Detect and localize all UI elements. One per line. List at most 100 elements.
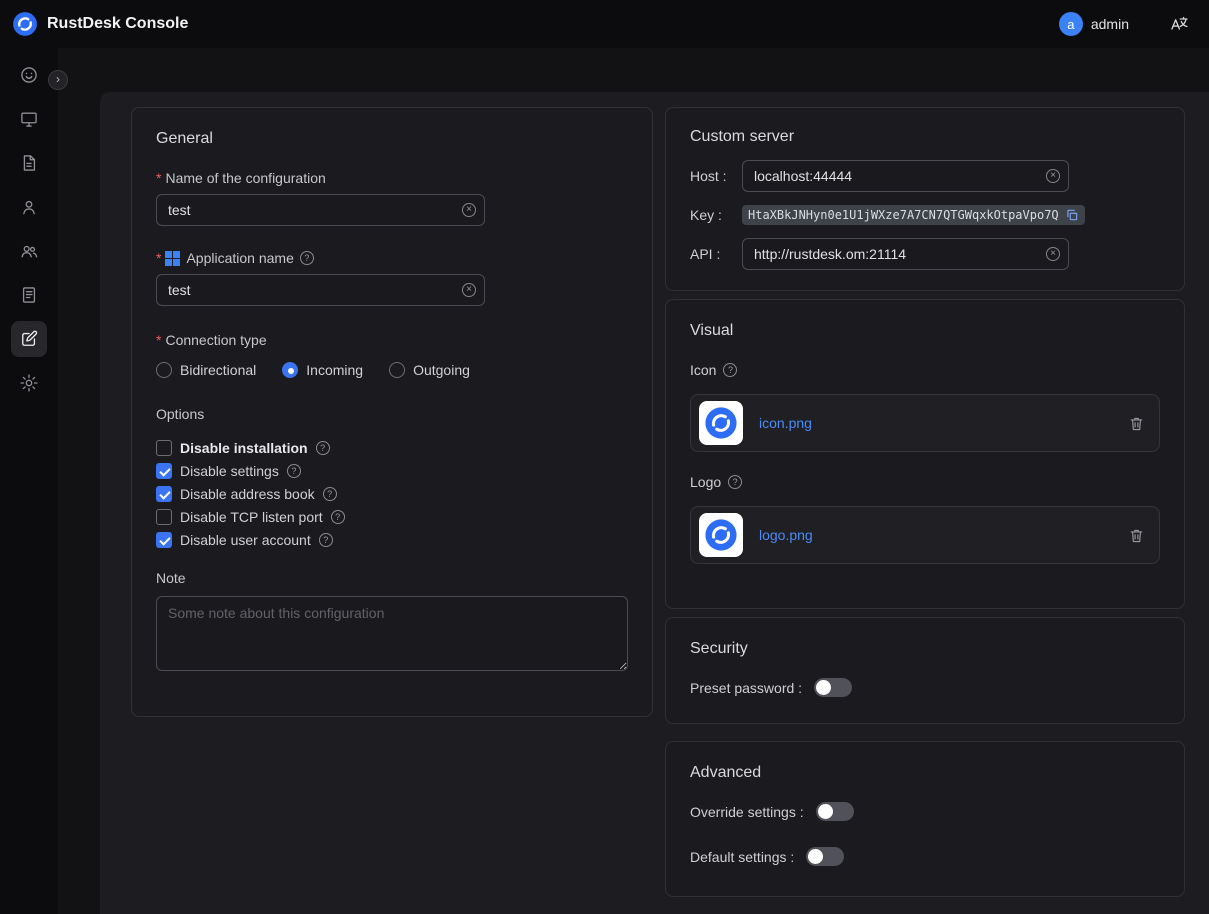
check-label: Disable settings bbox=[180, 463, 279, 479]
default-settings-label: Default settings : bbox=[690, 849, 794, 865]
advanced-title: Advanced bbox=[690, 764, 1160, 782]
custom-server-card: Custom server Host : Key : HtaXBkJNHyn0e… bbox=[665, 107, 1185, 291]
clear-icon[interactable] bbox=[1046, 247, 1060, 261]
default-settings-toggle[interactable] bbox=[806, 847, 844, 866]
language-switch-icon[interactable] bbox=[1169, 14, 1189, 34]
radio-bidirectional[interactable]: Bidirectional bbox=[156, 362, 256, 378]
check-label: Disable address book bbox=[180, 486, 315, 502]
required-asterisk bbox=[156, 170, 161, 186]
help-icon[interactable] bbox=[723, 363, 737, 377]
icon-file-box: icon.png bbox=[690, 394, 1160, 452]
connection-type-radio-group: Bidirectional Incoming Outgoing bbox=[156, 362, 628, 378]
preset-password-row: Preset password : bbox=[690, 678, 1160, 697]
sidebar-item-settings[interactable] bbox=[11, 365, 47, 401]
checkbox[interactable] bbox=[156, 532, 172, 548]
sidebar-collapse-button[interactable] bbox=[48, 70, 68, 90]
check-label: Disable TCP listen port bbox=[180, 509, 323, 525]
visual-title: Visual bbox=[690, 322, 1160, 340]
radio-label: Bidirectional bbox=[180, 362, 256, 378]
smiley-status-icon bbox=[19, 65, 39, 85]
general-card: General Name of the configuration Applic… bbox=[131, 107, 653, 717]
radio-label: Incoming bbox=[306, 362, 363, 378]
host-row: Host : bbox=[690, 160, 1160, 192]
check-disable-user-account[interactable]: Disable user account bbox=[156, 532, 628, 548]
checkbox[interactable] bbox=[156, 440, 172, 456]
devices-icon bbox=[19, 109, 39, 129]
help-icon[interactable] bbox=[331, 510, 345, 524]
trash-icon[interactable] bbox=[1128, 527, 1145, 544]
main-panel: General Name of the configuration Applic… bbox=[100, 92, 1209, 914]
help-icon[interactable] bbox=[728, 475, 742, 489]
sidebar-item-devices[interactable] bbox=[11, 101, 47, 137]
logo-label-row: Logo bbox=[690, 474, 1160, 490]
default-settings-row: Default settings : bbox=[690, 847, 1160, 866]
windows-icon bbox=[165, 251, 180, 266]
help-icon[interactable] bbox=[319, 533, 333, 547]
check-disable-address-book[interactable]: Disable address book bbox=[156, 486, 628, 502]
checkbox[interactable] bbox=[156, 463, 172, 479]
clear-icon[interactable] bbox=[1046, 169, 1060, 183]
edit-config-icon bbox=[19, 329, 39, 349]
app-name-label-row: Application name bbox=[156, 250, 628, 266]
checkbox[interactable] bbox=[156, 509, 172, 525]
radio-incoming[interactable]: Incoming bbox=[282, 362, 363, 378]
preset-password-toggle[interactable] bbox=[814, 678, 852, 697]
security-card: Security Preset password : bbox=[665, 617, 1185, 724]
key-value: HtaXBkJNHyn0e1U1jWXze7A7CN7QTGWqxkOtpaVp… bbox=[748, 208, 1059, 222]
document-icon bbox=[19, 153, 39, 173]
logo-file-box: logo.png bbox=[690, 506, 1160, 564]
host-label: Host : bbox=[690, 168, 742, 184]
key-row: Key : HtaXBkJNHyn0e1U1jWXze7A7CN7QTGWqxk… bbox=[690, 200, 1160, 230]
app-name-input[interactable] bbox=[156, 274, 485, 306]
api-label: API : bbox=[690, 246, 742, 262]
rustdesk-logo-icon bbox=[12, 11, 38, 37]
config-name-input[interactable] bbox=[156, 194, 485, 226]
clear-icon[interactable] bbox=[462, 203, 476, 217]
check-disable-settings[interactable]: Disable settings bbox=[156, 463, 628, 479]
sidebar-item-audit-log[interactable] bbox=[11, 277, 47, 313]
security-title: Security bbox=[690, 640, 1160, 658]
sidebar-item-configurations[interactable] bbox=[11, 321, 47, 357]
radio-button[interactable] bbox=[156, 362, 172, 378]
check-disable-installation[interactable]: Disable installation bbox=[156, 440, 628, 456]
general-title: General bbox=[156, 130, 628, 148]
radio-button[interactable] bbox=[389, 362, 405, 378]
connection-type-label-row: Connection type bbox=[156, 332, 628, 348]
key-label: Key : bbox=[690, 207, 742, 223]
help-icon[interactable] bbox=[316, 441, 330, 455]
help-icon[interactable] bbox=[323, 487, 337, 501]
help-icon[interactable] bbox=[287, 464, 301, 478]
icon-preview bbox=[699, 401, 743, 445]
sidebar-item-status[interactable] bbox=[11, 57, 47, 93]
app-name-label: Application name bbox=[186, 250, 293, 266]
api-input[interactable] bbox=[742, 238, 1069, 270]
api-row: API : bbox=[690, 238, 1160, 270]
override-settings-toggle[interactable] bbox=[816, 802, 854, 821]
radio-button[interactable] bbox=[282, 362, 298, 378]
copy-icon[interactable] bbox=[1065, 208, 1079, 222]
checkbox[interactable] bbox=[156, 486, 172, 502]
brand: RustDesk Console bbox=[12, 11, 188, 37]
trash-icon[interactable] bbox=[1128, 415, 1145, 432]
sidebar-item-users[interactable] bbox=[11, 189, 47, 225]
user-avatar[interactable]: a bbox=[1059, 12, 1083, 36]
settings-gear-icon bbox=[19, 373, 39, 393]
sidebar-item-groups[interactable] bbox=[11, 233, 47, 269]
check-disable-tcp-listen-port[interactable]: Disable TCP listen port bbox=[156, 509, 628, 525]
icon-file-link[interactable]: icon.png bbox=[759, 415, 812, 431]
logo-preview bbox=[699, 513, 743, 557]
user-name[interactable]: admin bbox=[1091, 16, 1129, 32]
preset-password-label: Preset password : bbox=[690, 680, 802, 696]
required-asterisk bbox=[156, 250, 161, 266]
config-name-label: Name of the configuration bbox=[165, 170, 325, 186]
help-icon[interactable] bbox=[300, 251, 314, 265]
radio-outgoing[interactable]: Outgoing bbox=[389, 362, 470, 378]
host-input[interactable] bbox=[742, 160, 1069, 192]
note-textarea[interactable] bbox=[156, 596, 628, 671]
logo-file-link[interactable]: logo.png bbox=[759, 527, 813, 543]
users-group-icon bbox=[19, 241, 39, 261]
custom-server-title: Custom server bbox=[690, 128, 1160, 146]
sidebar-item-documents[interactable] bbox=[11, 145, 47, 181]
clear-icon[interactable] bbox=[462, 283, 476, 297]
logo-label: Logo bbox=[690, 474, 721, 490]
